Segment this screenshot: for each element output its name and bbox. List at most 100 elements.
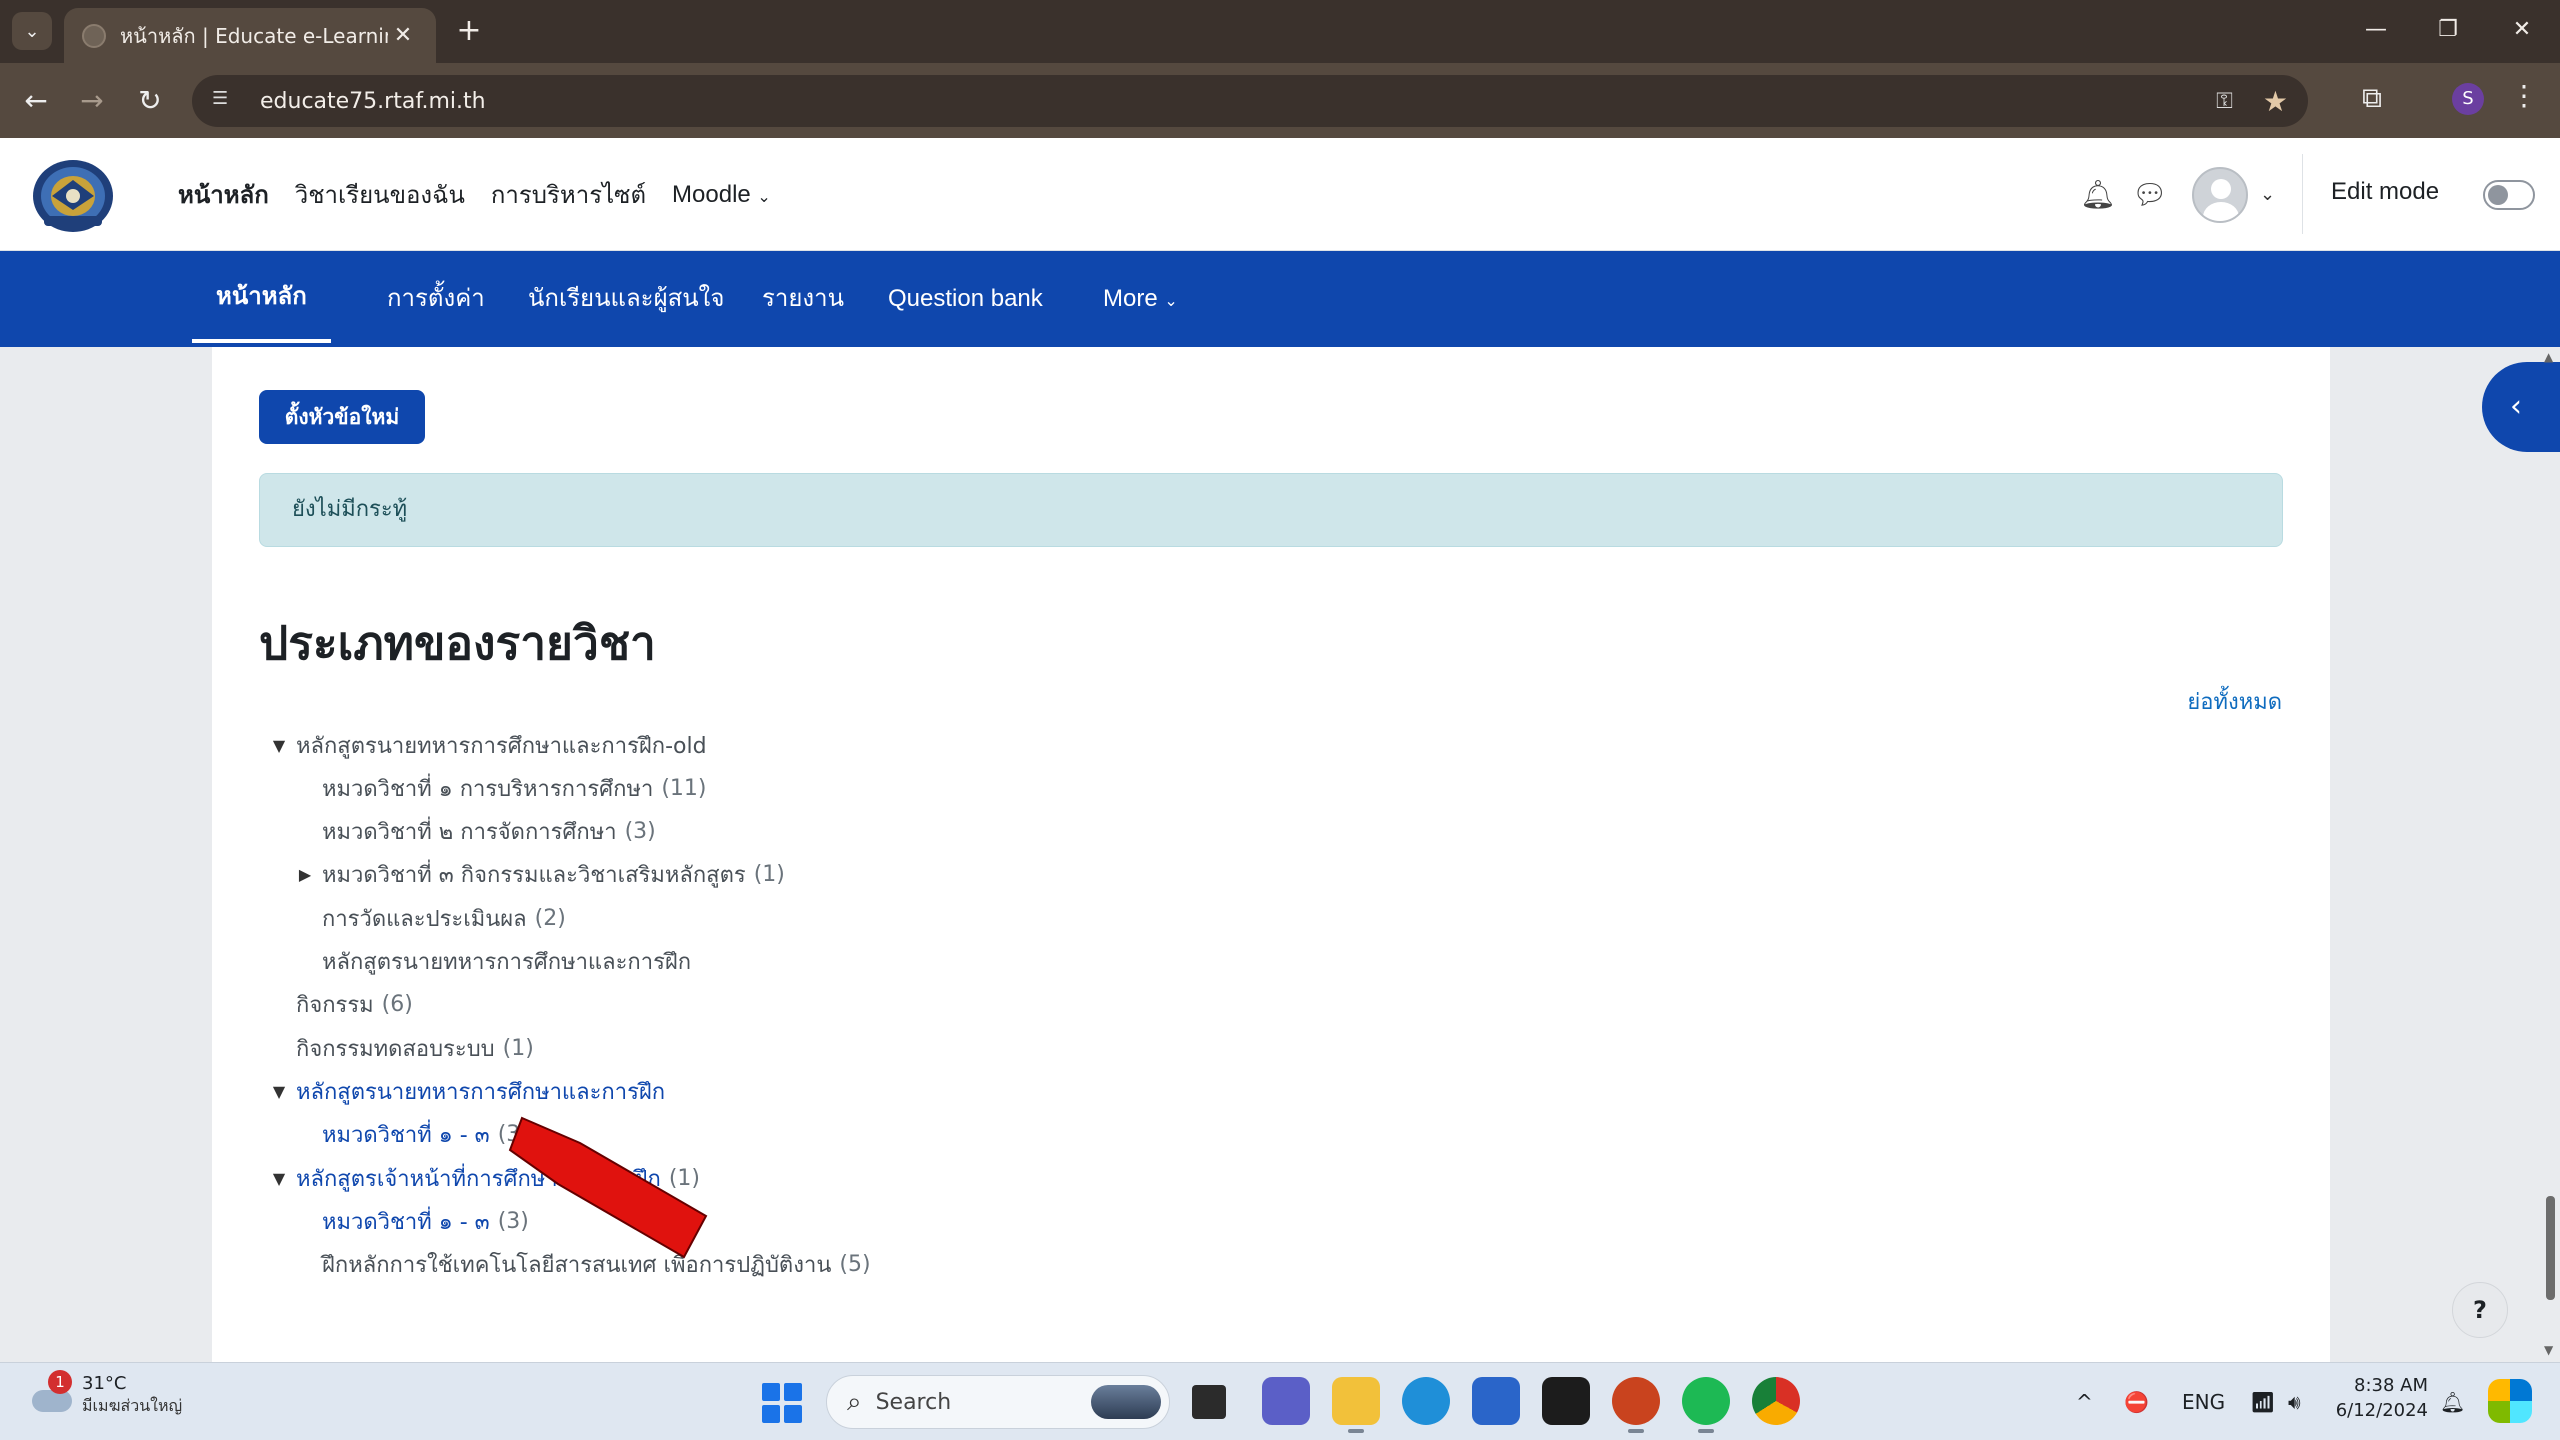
tab-more[interactable]: More ⌄ xyxy=(1103,251,1178,347)
browser-menu-icon[interactable]: ⋮ xyxy=(2510,79,2538,112)
wifi-icon[interactable]: 📶︎ xyxy=(2250,1363,2275,1440)
clock-time: 8:38 AM xyxy=(2354,1375,2428,1396)
notification-bell-icon[interactable]: 🔔︎ xyxy=(2080,138,2116,251)
url-text[interactable]: educate75.rtaf.mi.th xyxy=(260,89,2216,114)
spotify-icon[interactable] xyxy=(1682,1377,1730,1433)
taskbar-search[interactable]: ⌕ Search xyxy=(826,1375,1170,1429)
notifications-bell-icon[interactable]: 🔔︎ xyxy=(2440,1363,2465,1440)
collapse-all-link[interactable]: ย่อทั้งหมด xyxy=(2187,684,2282,719)
bookmark-star-icon[interactable]: ★ xyxy=(2263,85,2288,118)
tab-more-label: More xyxy=(1103,285,1158,312)
tab-home[interactable]: หน้าหลัก xyxy=(192,251,331,343)
scrollbar-thumb[interactable] xyxy=(2546,1196,2555,1300)
system-clock[interactable]: 8:38 AM 6/12/2024 xyxy=(2324,1375,2428,1421)
category-item[interactable]: หลักสูตรนายทหารการศึกษาและการฝึก xyxy=(294,944,699,980)
nav-site-admin[interactable]: การบริหารไซต์ xyxy=(491,175,646,214)
scrollbar-up-arrow-icon[interactable]: ▲ xyxy=(2544,350,2553,364)
chevron-down-icon[interactable]: ⌄ xyxy=(2260,184,2275,205)
caret-down-icon[interactable]: ▼ xyxy=(268,1169,290,1188)
volume-icon[interactable]: 🔊︎ xyxy=(2288,1363,2301,1440)
extensions-puzzle-icon[interactable]: ⧉ xyxy=(2362,81,2382,115)
tab-question-bank[interactable]: Question bank xyxy=(888,251,1043,347)
show-hidden-icons-chevron-icon[interactable]: ^ xyxy=(2076,1363,2093,1440)
task-view-icon[interactable] xyxy=(1192,1385,1226,1419)
caret-down-icon[interactable]: ▼ xyxy=(268,736,290,755)
category-item[interactable]: กิจกรรม (6) xyxy=(268,987,413,1023)
category-item[interactable]: ▼ หลักสูตรเจ้าหน้าที่การศึกษาและการฝึก (1) xyxy=(268,1160,700,1196)
messages-chat-icon[interactable]: 💬︎ xyxy=(2132,138,2168,251)
weather-widget[interactable]: 1 31°C มีเมฆส่วนใหญ่ xyxy=(28,1370,182,1419)
forward-arrow-icon[interactable]: → xyxy=(70,79,114,123)
category-item[interactable]: หมวดวิชาที่ ๑ - ๓ (3) xyxy=(294,1117,529,1153)
category-name[interactable]: หมวดวิชาที่ ๑ - ๓ xyxy=(322,1204,490,1239)
copilot-icon[interactable] xyxy=(2488,1379,2532,1423)
category-name[interactable]: กิจกรรมทดสอบระบบ xyxy=(296,1031,495,1066)
browser-tab-active[interactable]: หน้าหลัก | Educate e-Learning ✕ xyxy=(64,8,436,63)
chrome-icon[interactable] xyxy=(1752,1377,1800,1425)
password-key-icon[interactable]: ⚿ xyxy=(2216,89,2233,114)
taskbar-search-placeholder: Search xyxy=(875,1389,952,1415)
edge-browser-icon[interactable] xyxy=(1402,1377,1450,1425)
page-content: ตั้งหัวข้อใหม่ ยังไม่มีกระทู้ ประเภทของร… xyxy=(212,347,2330,1362)
windows-start-icon[interactable] xyxy=(762,1383,802,1423)
category-item[interactable]: ▶ หมวดวิชาที่ ๓ กิจกรรมและวิชาเสริมหลักสู… xyxy=(294,857,785,893)
scrollbar-down-arrow-icon[interactable]: ▼ xyxy=(2544,1343,2553,1357)
teams-icon[interactable] xyxy=(1262,1377,1310,1425)
microsoft-store-icon[interactable] xyxy=(1472,1377,1520,1425)
category-item[interactable]: หมวดวิชาที่ ๒ การจัดการศึกษา (3) xyxy=(294,814,656,850)
new-tab-button[interactable]: + xyxy=(452,14,486,48)
caret-down-icon[interactable]: ▼ xyxy=(268,1082,290,1101)
category-item[interactable]: หมวดวิชาที่ ๑ การบริหารการศึกษา (11) xyxy=(294,770,706,806)
category-name[interactable]: หมวดวิชาที่ ๓ กิจกรรมและวิชาเสริมหลักสูต… xyxy=(322,857,746,892)
security-status-icon[interactable]: ⛔ xyxy=(2124,1363,2149,1440)
category-name[interactable]: กิจกรรม xyxy=(296,987,374,1022)
user-avatar[interactable] xyxy=(2192,166,2248,223)
category-name[interactable]: ฝึกหลักการใช้เทคโนโลยีสารสนเทศ เพื่อการป… xyxy=(322,1247,831,1282)
reload-icon[interactable]: ↻ xyxy=(128,79,172,123)
site-info-icon[interactable]: ☰ xyxy=(212,88,238,114)
category-name[interactable]: หมวดวิชาที่ ๒ การจัดการศึกษา xyxy=(322,814,617,849)
tab-reports[interactable]: รายงาน xyxy=(762,251,844,347)
input-language[interactable]: ENG xyxy=(2182,1363,2225,1440)
no-topics-alert: ยังไม่มีกระทู้ xyxy=(259,473,2283,547)
nav-my-courses[interactable]: วิชาเรียนของฉัน xyxy=(295,175,465,214)
close-window-button[interactable]: ✕ xyxy=(2492,10,2552,50)
address-bar[interactable]: ☰ educate75.rtaf.mi.th ⚿ ★ xyxy=(192,75,2308,127)
tab-search-button[interactable]: ⌄ xyxy=(12,12,52,50)
partially-hidden-link[interactable] xyxy=(2275,347,2282,358)
file-explorer-icon[interactable] xyxy=(1332,1377,1380,1433)
tab-close-icon[interactable]: ✕ xyxy=(388,23,418,48)
category-name[interactable]: หลักสูตรนายทหารการศึกษาและการฝึก xyxy=(296,1074,665,1109)
back-arrow-icon[interactable]: ← xyxy=(14,79,58,123)
nav-home[interactable]: หน้าหลัก xyxy=(178,175,269,214)
category-name[interactable]: หลักสูตรนายทหารการศึกษาและการฝึก-old xyxy=(296,728,707,763)
category-name[interactable]: หลักสูตรนายทหารการศึกษาและการฝึก xyxy=(322,944,691,979)
category-name[interactable]: หมวดวิชาที่ ๑ - ๓ xyxy=(322,1117,490,1152)
category-item[interactable]: ▼ หลักสูตรนายทหารการศึกษาและการฝึก-old xyxy=(268,727,715,763)
category-item[interactable]: กิจกรรมทดสอบระบบ (1) xyxy=(268,1030,534,1066)
browser-profile-avatar[interactable]: S xyxy=(2452,83,2484,115)
category-item[interactable]: ฝึกหลักการใช้เทคโนโลยีสารสนเทศ เพื่อการป… xyxy=(294,1247,871,1283)
tab-participants[interactable]: นักเรียนและผู้สนใจ xyxy=(528,251,724,347)
restore-window-button[interactable]: ❐ xyxy=(2418,10,2478,50)
category-name[interactable]: หมวดวิชาที่ ๑ การบริหารการศึกษา xyxy=(322,771,653,806)
category-item[interactable]: ▼ หลักสูตรนายทหารการศึกษาและการฝึก xyxy=(268,1073,673,1109)
help-button[interactable]: ? xyxy=(2452,1282,2508,1338)
nav-moodle-menu[interactable]: Moodle ⌄ xyxy=(672,181,771,209)
caret-right-icon[interactable]: ▶ xyxy=(294,865,316,884)
category-item[interactable]: การวัดและประเมินผล (2) xyxy=(294,900,566,936)
weather-temperature: 31°C xyxy=(82,1373,127,1394)
dropbox-icon[interactable] xyxy=(1542,1377,1590,1425)
edit-mode-toggle[interactable] xyxy=(2483,180,2535,210)
category-name[interactable]: หลักสูตรเจ้าหน้าที่การศึกษาและการฝึก xyxy=(296,1161,661,1196)
add-new-topic-button[interactable]: ตั้งหัวข้อใหม่ xyxy=(259,390,425,444)
minimize-window-button[interactable]: — xyxy=(2346,10,2406,50)
tab-settings[interactable]: การตั้งค่า xyxy=(387,251,485,347)
site-logo[interactable] xyxy=(30,156,116,234)
category-item[interactable]: หมวดวิชาที่ ๑ - ๓ (3) xyxy=(294,1203,529,1239)
site-navbar: หน้าหลัก วิชาเรียนของฉัน การบริหารไซต์ M… xyxy=(0,138,2560,251)
user-menu[interactable]: ⌄ xyxy=(2192,138,2275,251)
open-block-drawer-button[interactable]: ‹ xyxy=(2482,362,2560,452)
powerpoint-icon[interactable] xyxy=(1612,1377,1660,1433)
category-name[interactable]: การวัดและประเมินผล xyxy=(322,901,527,936)
